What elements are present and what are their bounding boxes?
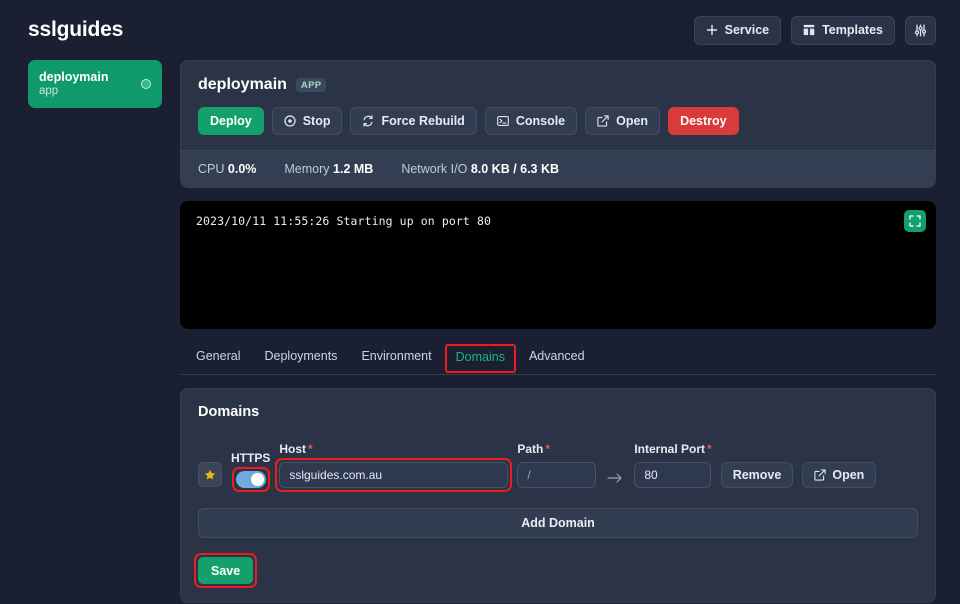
star-icon[interactable]	[198, 462, 222, 487]
top-bar-actions: Service Templates	[694, 16, 936, 45]
https-label: HTTPS	[231, 451, 270, 465]
resource-stats-bar: CPU 0.0% Memory 1.2 MB Network I/O 8.0 K…	[181, 150, 935, 187]
body-wrapper: deploymain app deploymain APP Deploy	[0, 60, 960, 603]
host-input-highlight	[279, 462, 508, 488]
stop-button[interactable]: Stop	[272, 107, 343, 135]
stat-memory-value: 1.2 MB	[333, 162, 373, 176]
stop-icon	[284, 115, 296, 127]
path-label-text: Path	[517, 442, 543, 456]
tab-advanced[interactable]: Advanced	[519, 342, 595, 374]
app-type-badge: APP	[296, 78, 326, 93]
arrow-right-icon	[607, 472, 623, 484]
save-button-highlight: Save	[198, 557, 253, 584]
external-link-icon	[814, 469, 826, 481]
sidebar-item-deploymain[interactable]: deploymain app	[28, 60, 162, 108]
templates-icon	[803, 24, 815, 36]
log-terminal: 2023/10/11 11:55:26 Starting up on port …	[180, 201, 936, 329]
force-rebuild-label: Force Rebuild	[381, 114, 464, 128]
add-service-label: Service	[725, 23, 769, 37]
brand-title: sslguides	[28, 18, 123, 42]
internal-port-label: Internal Port*	[634, 442, 711, 456]
deploy-label: Deploy	[210, 114, 252, 128]
service-type: app	[39, 85, 108, 99]
host-required-marker: *	[308, 442, 313, 456]
stat-network: Network I/O 8.0 KB / 6.3 KB	[401, 162, 559, 176]
https-toggle-cell: HTTPS	[231, 451, 270, 488]
app-overview-panel: deploymain APP Deploy	[180, 60, 936, 188]
top-bar: sslguides Service Templa	[0, 0, 960, 60]
domains-panel-title: Domains	[198, 404, 918, 420]
app-title-row: deploymain APP	[198, 76, 918, 94]
destroy-label: Destroy	[680, 114, 727, 128]
plus-icon	[706, 24, 718, 36]
open-domain-label: Open	[832, 468, 864, 482]
app-root: sslguides Service Templa	[0, 0, 960, 604]
open-domain-button[interactable]: Open	[802, 462, 876, 488]
stat-cpu-value: 0.0%	[228, 162, 257, 176]
path-required-marker: *	[545, 442, 550, 456]
port-field-group: Internal Port*	[634, 442, 711, 488]
service-card-text: deploymain app	[39, 70, 108, 98]
main-column: deploymain APP Deploy	[180, 60, 936, 603]
domain-row: HTTPS Host*	[198, 442, 918, 488]
sidebar: deploymain app	[28, 60, 162, 108]
app-title: deploymain	[198, 76, 287, 94]
destroy-button[interactable]: Destroy	[668, 107, 739, 135]
host-field-group: Host*	[279, 442, 508, 488]
host-input[interactable]	[279, 462, 508, 488]
internal-port-label-text: Internal Port	[634, 442, 705, 456]
stat-memory-label: Memory	[284, 162, 329, 176]
save-button[interactable]: Save	[198, 557, 253, 584]
add-domain-button[interactable]: Add Domain	[198, 508, 918, 538]
tab-deployments[interactable]: Deployments	[254, 342, 347, 374]
tab-general[interactable]: General	[186, 342, 250, 374]
add-service-button[interactable]: Service	[694, 16, 781, 45]
stat-network-label: Network I/O	[401, 162, 467, 176]
tab-environment[interactable]: Environment	[351, 342, 441, 374]
path-input[interactable]	[517, 462, 596, 488]
path-label: Path*	[517, 442, 596, 456]
remove-domain-button[interactable]: Remove	[721, 462, 794, 488]
deploy-button[interactable]: Deploy	[198, 107, 264, 135]
internal-port-input[interactable]	[634, 462, 711, 488]
log-line: 2023/10/11 11:55:26 Starting up on port …	[196, 214, 920, 228]
https-toggle[interactable]	[236, 471, 266, 488]
host-label-text: Host	[279, 442, 306, 456]
service-name: deploymain	[39, 70, 108, 85]
stat-cpu-label: CPU	[198, 162, 224, 176]
templates-button[interactable]: Templates	[791, 16, 895, 45]
settings-sliders-button[interactable]	[905, 16, 936, 45]
stop-label: Stop	[303, 114, 331, 128]
open-app-label: Open	[616, 114, 648, 128]
status-indicator-dot	[141, 79, 151, 89]
https-toggle-highlight	[236, 471, 266, 488]
port-required-marker: *	[707, 442, 712, 456]
https-toggle-knob	[251, 473, 264, 486]
sliders-icon	[914, 24, 927, 37]
terminal-icon	[497, 115, 509, 127]
expand-icon[interactable]	[904, 210, 926, 232]
stat-network-value: 8.0 KB / 6.3 KB	[471, 162, 559, 176]
app-header: deploymain APP Deploy	[181, 61, 935, 150]
open-app-button[interactable]: Open	[585, 107, 660, 135]
app-action-row: Deploy Stop	[198, 107, 918, 150]
console-button[interactable]: Console	[485, 107, 577, 135]
tab-domains[interactable]: Domains	[446, 345, 515, 372]
templates-label: Templates	[822, 23, 883, 37]
force-rebuild-button[interactable]: Force Rebuild	[350, 107, 476, 135]
refresh-icon	[362, 115, 374, 127]
external-link-icon	[597, 115, 609, 127]
domains-panel: Domains HTTPS	[180, 388, 936, 603]
stat-cpu: CPU 0.0%	[198, 162, 256, 176]
stat-memory: Memory 1.2 MB	[284, 162, 373, 176]
path-field-group: Path*	[517, 442, 596, 488]
host-label: Host*	[279, 442, 508, 456]
settings-tabs: General Deployments Environment Domains …	[180, 342, 936, 375]
console-label: Console	[516, 114, 565, 128]
